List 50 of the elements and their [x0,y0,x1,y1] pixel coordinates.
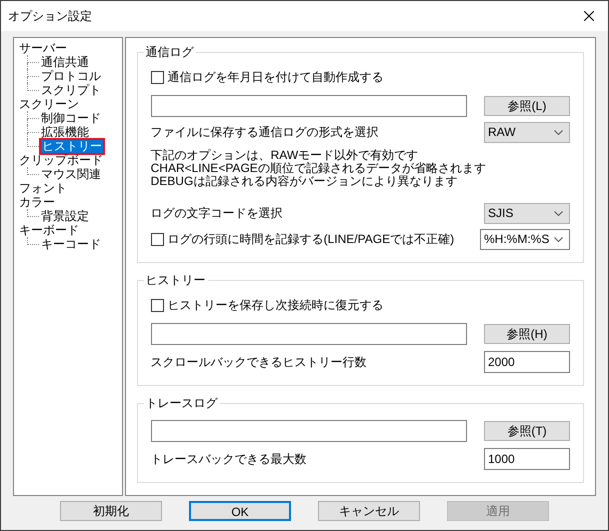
chevron-down-icon [554,236,563,242]
tree-item[interactable]: キーボード [19,224,79,236]
field-label: スクロールバックできるヒストリー行数 [150,354,367,371]
path-field[interactable] [150,323,467,345]
checkbox-label: ヒストリーを保存し次接続時に復元する [168,297,384,314]
tree-item[interactable]: サーバー [19,42,67,54]
note-text: 下記のオプションは、RAWモード以外で有効です [150,149,420,162]
checkbox[interactable] [150,298,164,312]
browse-button[interactable]: 参照(L) [484,96,570,116]
field-label: トレースバックできる最大数 [150,451,307,468]
number-field[interactable]: 2000 [484,351,570,373]
tree-item[interactable]: キーコード [41,238,101,250]
path-field[interactable] [150,95,467,117]
checkbox[interactable] [150,232,164,246]
window-title: オプション設定 [8,8,92,25]
dropdown[interactable]: %H:%M:%S [480,228,570,250]
path-field[interactable] [150,420,467,442]
tree-item[interactable]: 拡張機能 [41,126,89,138]
group-title: 通信ログ [144,45,196,59]
tree-item[interactable]: クリップボード [19,154,103,166]
checkbox-label: ログの行頭に時間を記録する(LINE/PAGEでは不正確) [168,231,454,248]
close-icon[interactable] [584,11,594,21]
tree-item[interactable]: スクリプト [41,84,101,96]
tree-item[interactable]: カラー [19,196,55,208]
tree-item[interactable]: マウス関連 [41,168,101,180]
group-title: ヒストリー [144,273,208,287]
dropdown[interactable]: RAW [484,122,570,142]
browse-button[interactable]: 参照(H) [484,324,570,344]
checkbox[interactable] [150,70,164,84]
note-text: CHAR<LINE<PAGEの順位で記録されるデータが省略されます [150,162,487,175]
tree-item[interactable]: スクリーン [19,98,79,110]
dialog-button[interactable]: キャンセル [318,501,420,521]
group-title: トレースログ [144,396,220,410]
number-field[interactable]: 1000 [484,448,570,470]
dialog-button[interactable]: OK [189,501,291,521]
browse-button[interactable]: 参照(T) [484,421,570,441]
tree-item[interactable]: 通信共通 [41,56,89,68]
chevron-down-icon [554,210,563,216]
field-label: ファイルに保存する通信ログの形式を選択 [150,124,379,141]
checkbox-label: 通信ログを年月日を付けて自動作成する [168,69,384,86]
tree-item[interactable]: プロトコル [41,70,101,82]
tree-item[interactable]: ヒストリー [41,140,103,152]
tree-item[interactable]: 制御コード [41,112,101,124]
tree-item[interactable]: 背景設定 [41,210,89,222]
field-label: ログの文字コードを選択 [150,205,283,222]
note-text: DEBUGは記録される内容がバージョンにより異なります [150,175,458,188]
tree-item[interactable]: フォント [19,182,67,194]
dropdown[interactable]: SJIS [484,202,570,224]
dialog-button[interactable]: 初期化 [60,501,162,521]
chevron-down-icon [554,130,563,134]
